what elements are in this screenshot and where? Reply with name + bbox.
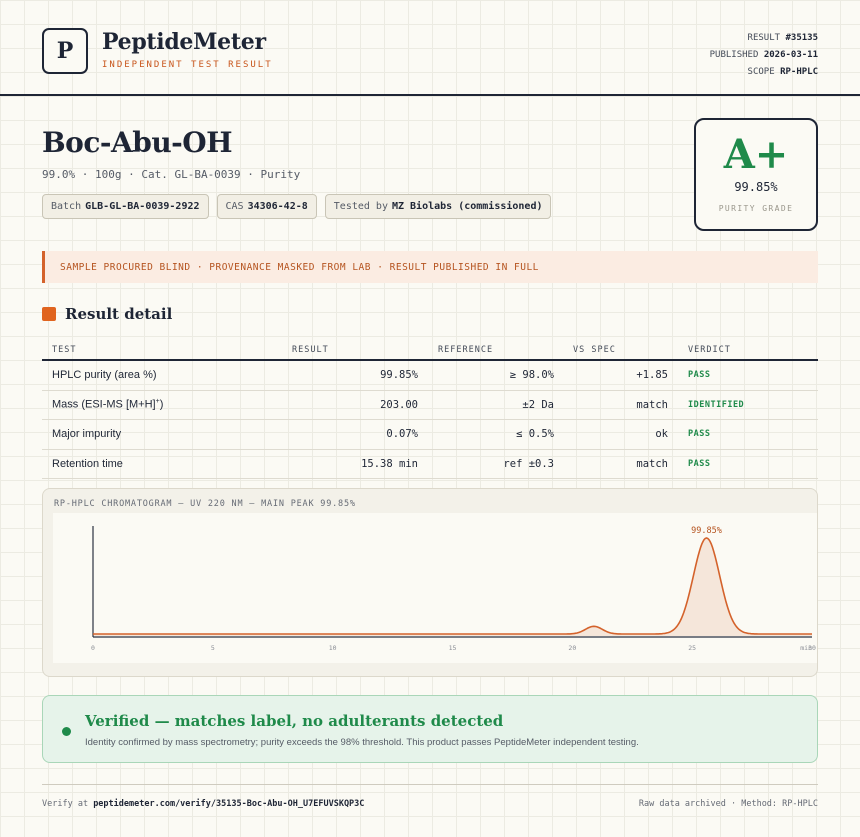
- col-test: TEST: [52, 344, 77, 355]
- chip-value: GLB-GL-BA-0039-2922: [85, 201, 200, 212]
- cell-vs-spec: match: [636, 398, 668, 411]
- header: P PeptideMeter INDEPENDENT TEST RESULT R…: [0, 0, 860, 96]
- result-table: TEST RESULT REFERENCE VS SPEC VERDICT HP…: [42, 340, 818, 479]
- cell-vs-spec: +1.85: [636, 369, 668, 382]
- x-tick-label: 20: [568, 644, 576, 652]
- section-title: Result detail: [65, 305, 173, 323]
- footer-divider: [42, 784, 818, 785]
- x-tick-label: 0: [91, 644, 95, 652]
- x-tick-label: 5: [211, 644, 215, 652]
- table-row: HPLC purity (area %) 99.85% ≥ 98.0% +1.8…: [42, 361, 818, 391]
- table-header: TEST RESULT REFERENCE VS SPEC VERDICT: [42, 340, 818, 361]
- cell-test: Retention time: [52, 457, 123, 470]
- provenance-notice: SAMPLE PROCURED BLIND · PROVENANCE MASKE…: [42, 251, 818, 283]
- result-id-line: RESULT #35135: [710, 30, 818, 47]
- cell-test-end: ): [159, 399, 164, 412]
- verified-title: Verified — matches label, no adulterants…: [85, 712, 504, 730]
- cell-result: 203.00: [380, 398, 418, 411]
- verified-dot: [62, 727, 71, 736]
- peak-label: 99.85%: [691, 526, 722, 536]
- cell-test: Major impurity: [52, 428, 122, 441]
- verify-link[interactable]: peptidemeter.com/verify/35135-Boc-Abu-OH…: [93, 799, 364, 809]
- logo: P: [42, 28, 88, 74]
- cell-verdict: PASS: [688, 429, 711, 440]
- product-subtitle: 99.0% · 100g · Cat. GL-BA-0039 · Purity: [42, 168, 301, 181]
- chromatogram-svg: 99.85%0 5 10 15 20 25 30min: [91, 526, 816, 652]
- cell-result: 99.85%: [380, 369, 418, 382]
- cell-reference: ref ±0.3: [503, 457, 554, 470]
- result-label: RESULT: [747, 33, 781, 43]
- scope-label: SCOPE: [747, 67, 775, 77]
- col-verdict: VERDICT: [688, 344, 731, 355]
- chip-label: Batch: [51, 201, 82, 212]
- grade-card: A+ 99.85% PURITY GRADE: [694, 118, 818, 231]
- brand-tagline: INDEPENDENT TEST RESULT: [102, 60, 273, 70]
- col-reference: REFERENCE: [438, 344, 494, 355]
- section-marker: [42, 307, 56, 321]
- cell-test: HPLC purity (area %): [52, 369, 157, 382]
- verify-prefix: Verify at: [42, 799, 89, 809]
- cas-chip: CAS 34306-42-8: [216, 194, 317, 219]
- grade-letter: A+: [723, 131, 789, 178]
- chip-label: Tested by: [333, 201, 388, 212]
- x-tick-label: 15: [449, 644, 457, 652]
- chip-value: MZ Biolabs (commissioned): [391, 201, 543, 212]
- col-result: RESULT: [292, 344, 329, 355]
- tested-by-chip: Tested by MZ Biolabs (commissioned): [324, 194, 552, 219]
- chromatogram-title: RP-HPLC CHROMATOGRAM — UV 220 NM — MAIN …: [54, 499, 356, 509]
- cell-reference: ≥ 98.0%: [509, 369, 554, 382]
- cell-reference: ≤ 0.5%: [516, 428, 554, 441]
- cell-result: 15.38 min: [361, 457, 418, 470]
- cell-vs-spec: match: [636, 457, 668, 470]
- grade-label: PURITY GRADE: [718, 204, 794, 213]
- brand-name: PeptideMeter: [102, 29, 266, 55]
- cell-result: 0.07%: [386, 428, 418, 441]
- x-unit-label: min: [800, 644, 812, 652]
- scope-line: SCOPE RP-HPLC: [710, 64, 818, 81]
- footer-archive: Raw data archived · Method: RP-HPLC: [638, 799, 818, 809]
- logo-letter: P: [56, 38, 74, 64]
- chromatogram-panel: RP-HPLC CHROMATOGRAM — UV 220 NM — MAIN …: [42, 488, 818, 677]
- scope-value: RP-HPLC: [780, 67, 818, 77]
- result-meta: RESULT #35135 PUBLISHED 2026-03-11 SCOPE…: [710, 30, 818, 81]
- chip-value: 34306-42-8: [247, 201, 308, 212]
- table-row: Major impurity 0.07% ≤ 0.5% ok PASS: [42, 420, 818, 450]
- batch-chip: Batch GLB-GL-BA-0039-2922: [42, 194, 209, 219]
- verified-text: Identity confirmed by mass spectrometry;…: [85, 737, 639, 748]
- result-value: #35135: [785, 33, 818, 43]
- cell-verdict: PASS: [688, 370, 711, 381]
- x-tick-label: 10: [329, 644, 337, 652]
- verified-banner: Verified — matches label, no adulterants…: [42, 695, 818, 763]
- x-tick-label: 25: [688, 644, 696, 652]
- col-vs-spec: VS SPEC: [573, 344, 616, 355]
- grade-value: 99.85%: [734, 180, 778, 194]
- product-title: Boc-Abu-OH: [42, 126, 233, 159]
- published-value: 2026-03-11: [763, 50, 818, 60]
- table-row: Mass (ESI-MS [M+H]+) 203.00 ±2 Da match …: [42, 391, 818, 420]
- table-row: Retention time 15.38 min ref ±0.3 match …: [42, 450, 818, 479]
- cell-reference: ±2 Da: [522, 398, 554, 411]
- cell-verdict: PASS: [688, 458, 711, 469]
- cell-vs-spec: ok: [655, 428, 668, 441]
- section-header: Result detail: [42, 305, 172, 323]
- chromatogram-plot: 99.85% 0 5 10 15 20 25 30 min: [53, 513, 817, 663]
- cell-test: Mass (ESI-MS [M+H]+): [42, 398, 282, 411]
- footer-verify: Verify at peptidemeter.com/verify/35135-…: [42, 799, 364, 809]
- cell-test-text: Mass (ESI-MS [M+H]: [52, 399, 156, 412]
- peak-area: [93, 538, 812, 636]
- published-label: PUBLISHED: [709, 50, 759, 60]
- product-chips: Batch GLB-GL-BA-0039-2922 CAS 34306-42-8 T…: [42, 194, 552, 219]
- chip-label: CAS: [225, 201, 244, 212]
- cell-verdict: IDENTIFIED: [688, 399, 745, 410]
- published-line: PUBLISHED 2026-03-11: [710, 47, 818, 64]
